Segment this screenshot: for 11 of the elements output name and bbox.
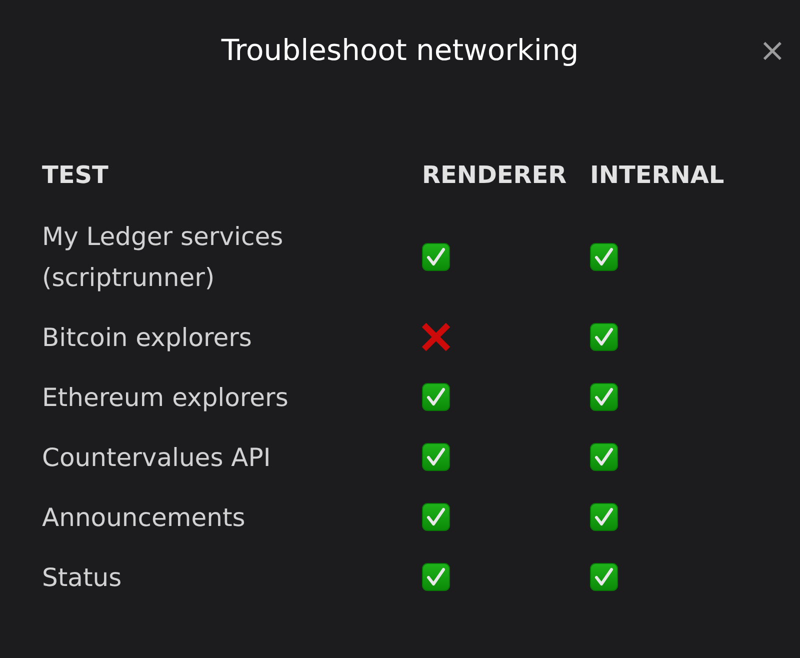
test-name: Countervalues API [42,442,271,474]
close-button[interactable]: × [759,36,783,64]
test-name: My Ledger services (scriptrunner) [42,220,284,294]
column-header: INTERNAL [590,160,726,191]
column-header: TEST [42,160,110,191]
test-name: Bitcoin explorers [42,322,252,354]
test-name: Status [42,562,122,594]
test-name: Announcements [42,502,246,534]
test-name: Ethereum explorers [42,382,288,414]
column-header: RENDERER [422,160,568,191]
dialog-title: Troubleshoot networking [221,32,579,69]
